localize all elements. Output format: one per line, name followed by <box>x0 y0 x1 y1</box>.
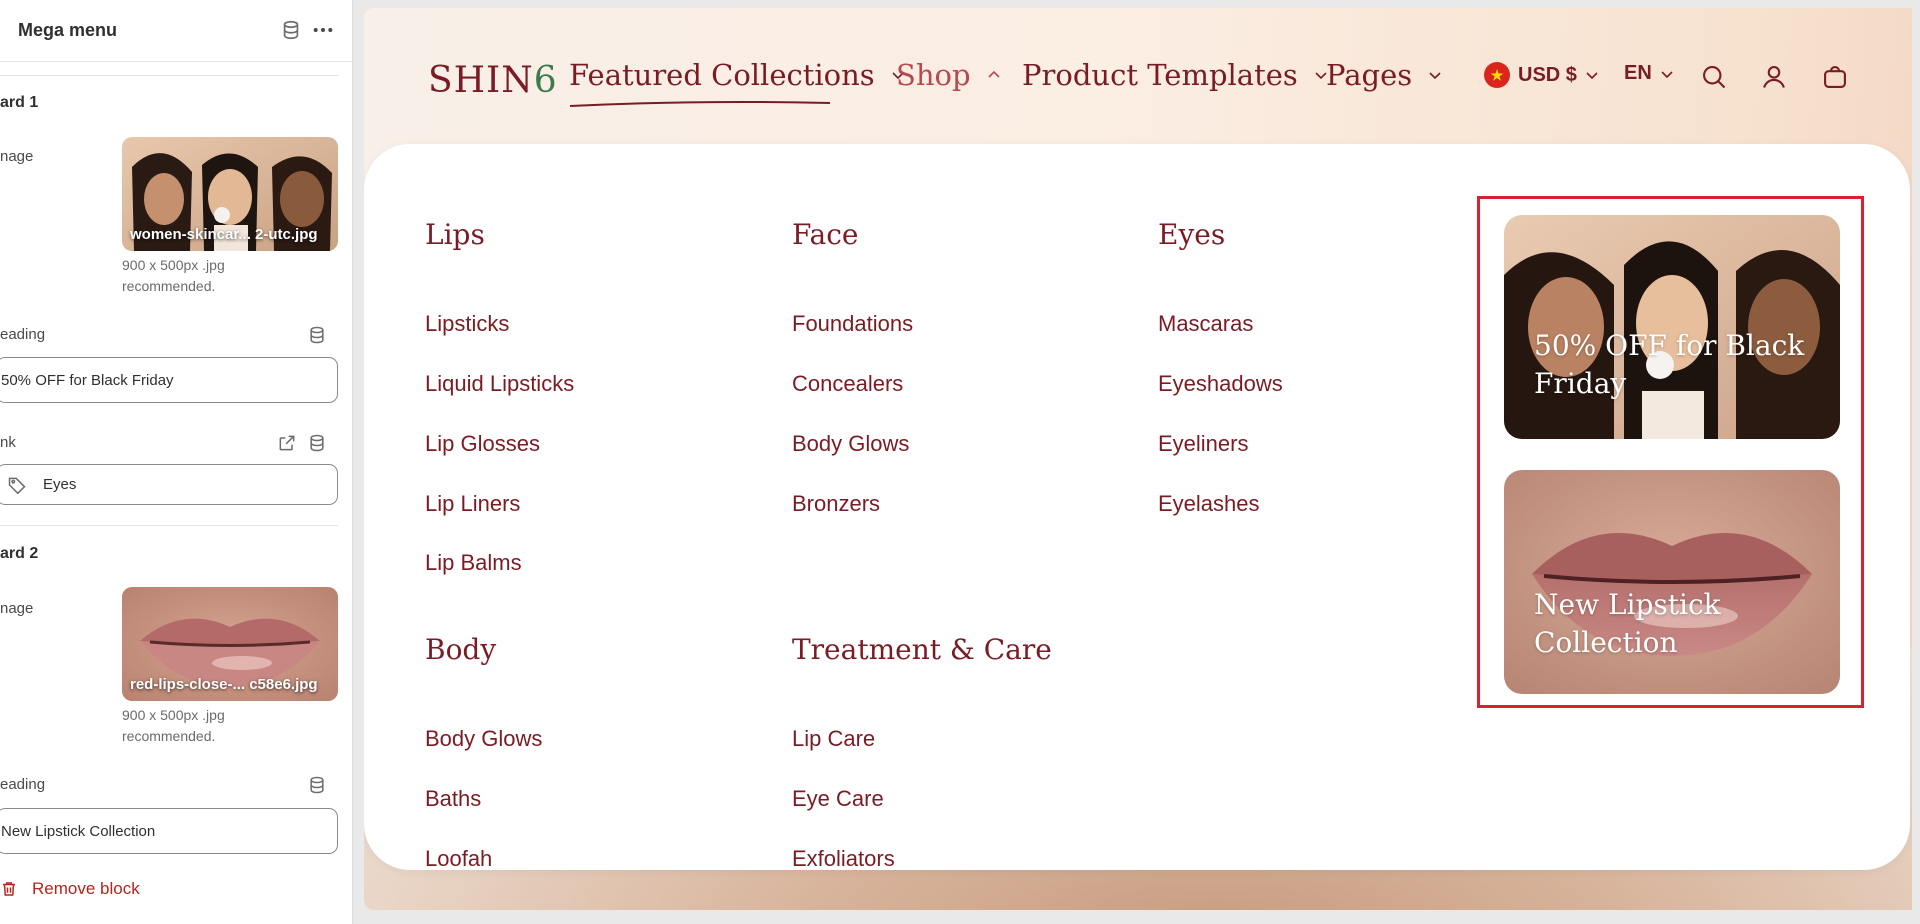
card-1-link-label: nk <box>0 434 16 451</box>
divider <box>0 525 338 526</box>
panel-title: Mega menu <box>18 20 118 40</box>
collection-tag-icon <box>8 477 26 495</box>
menu-link[interactable]: Mascaras <box>1158 311 1253 337</box>
active-nav-underline <box>569 101 831 107</box>
menu-link[interactable]: Loofah <box>425 846 492 872</box>
dynamic-source-icon[interactable] <box>280 19 302 41</box>
chevron-down-icon <box>1586 72 1598 80</box>
menu-link[interactable]: Exfoliators <box>792 846 895 872</box>
language-label: EN <box>1624 62 1652 84</box>
menu-heading-eyes[interactable]: Eyes <box>1158 218 1225 251</box>
menu-link[interactable]: Baths <box>425 786 481 812</box>
card-2-image-picker[interactable]: red-lips-close-... c58e6.jpg <box>122 587 338 701</box>
menu-link[interactable]: Eyeliners <box>1158 431 1248 457</box>
card-1-heading-label: eading <box>0 326 46 343</box>
card-1-image-filename: women-skincar... 2-utc.jpg <box>130 226 318 243</box>
more-options-icon[interactable] <box>312 19 334 41</box>
nav-featured-collections[interactable]: Featured Collections <box>569 58 905 92</box>
editor-panel: Mega menu ard 1 nage women-skincar... 2-… <box>0 0 353 924</box>
card-2-heading-input[interactable]: New Lipstick Collection <box>0 808 338 854</box>
promo-card-black-friday[interactable]: 50% OFF for Black Friday <box>1504 215 1840 439</box>
menu-heading-face[interactable]: Face <box>792 218 858 251</box>
menu-link[interactable]: Liquid Lipsticks <box>425 371 574 397</box>
promo-card-heading: New Lipstick Collection <box>1534 588 1721 659</box>
remove-block-label: Remove block <box>32 879 140 898</box>
card-1-link-input[interactable]: Eyes <box>0 464 338 505</box>
menu-link[interactable]: Lip Liners <box>425 491 520 517</box>
storefront-preview: SHIN6 Featured Collections Shop Product … <box>364 8 1912 910</box>
nav-pages-label: Pages <box>1326 58 1413 92</box>
chevron-up-icon <box>988 70 1000 78</box>
remove-block-button[interactable]: Remove block <box>0 876 140 902</box>
mega-menu-dropdown: Lips Lipsticks Liquid Lipsticks Lip Glos… <box>364 144 1910 872</box>
promo-card-new-lipstick[interactable]: New Lipstick Collection <box>1504 470 1840 694</box>
nav-shop[interactable]: Shop <box>896 58 1001 92</box>
card-1-link-value: Eyes <box>43 476 77 493</box>
dynamic-source-icon[interactable] <box>307 325 327 345</box>
menu-link[interactable]: Body Glows <box>425 726 542 752</box>
panel-header: Mega menu <box>0 0 352 62</box>
menu-link[interactable]: Concealers <box>792 371 903 397</box>
account-icon[interactable] <box>1760 63 1788 91</box>
nav-featured-collections-label: Featured Collections <box>569 58 875 92</box>
menu-link[interactable]: Body Glows <box>792 431 909 457</box>
currency-label: USD $ <box>1518 63 1577 86</box>
card-2-image-filename: red-lips-close-... c58e6.jpg <box>130 676 318 693</box>
nav-shop-label: Shop <box>896 58 971 92</box>
menu-link[interactable]: Lipsticks <box>425 311 509 337</box>
card-1-image-picker[interactable]: women-skincar... 2-utc.jpg <box>122 137 338 251</box>
store-logo[interactable]: SHIN6 <box>428 60 558 101</box>
divider <box>0 75 338 76</box>
nav-product-templates-label: Product Templates <box>1022 58 1298 92</box>
dynamic-source-icon[interactable] <box>307 775 327 795</box>
nav-pages[interactable]: Pages <box>1326 58 1442 92</box>
search-icon[interactable] <box>1700 63 1728 91</box>
promo-card-heading: 50% OFF for Black Friday <box>1534 329 1805 400</box>
card-1-title: ard 1 <box>0 94 39 111</box>
menu-link[interactable]: Eyeshadows <box>1158 371 1283 397</box>
menu-heading-body[interactable]: Body <box>425 633 496 666</box>
chevron-down-icon <box>1661 70 1673 78</box>
card-2-image-label: nage <box>0 600 34 617</box>
open-link-icon[interactable] <box>277 433 297 453</box>
menu-link[interactable]: Bronzers <box>792 491 880 517</box>
card-2-image-hint: 900 x 500px .jpg recommended. <box>122 707 225 744</box>
menu-heading-treatment-care[interactable]: Treatment & Care <box>792 633 1052 666</box>
menu-link[interactable]: Eyelashes <box>1158 491 1260 517</box>
card-2-heading-label: eading <box>0 776 46 793</box>
menu-link[interactable]: Lip Glosses <box>425 431 540 457</box>
language-selector[interactable]: EN <box>1624 62 1674 85</box>
menu-link[interactable]: Lip Care <box>792 726 875 752</box>
cart-icon[interactable] <box>1821 63 1849 91</box>
vietnam-flag-icon: ★ <box>1484 62 1510 88</box>
menu-heading-lips[interactable]: Lips <box>425 218 485 251</box>
menu-link[interactable]: Lip Balms <box>425 550 522 576</box>
card-2-title: ard 2 <box>0 545 39 562</box>
trash-icon <box>3 882 15 896</box>
card-1-heading-input[interactable]: 50% OFF for Black Friday <box>0 357 338 403</box>
card-1-image-label: nage <box>0 148 34 165</box>
dynamic-source-icon[interactable] <box>307 433 327 453</box>
menu-link[interactable]: Foundations <box>792 311 913 337</box>
currency-selector[interactable]: ★ USD $ <box>1484 62 1599 88</box>
chevron-down-icon <box>1429 72 1441 80</box>
nav-product-templates[interactable]: Product Templates <box>1022 58 1328 92</box>
card-1-image-hint: 900 x 500px .jpg recommended. <box>122 257 225 294</box>
menu-link[interactable]: Eye Care <box>792 786 884 812</box>
